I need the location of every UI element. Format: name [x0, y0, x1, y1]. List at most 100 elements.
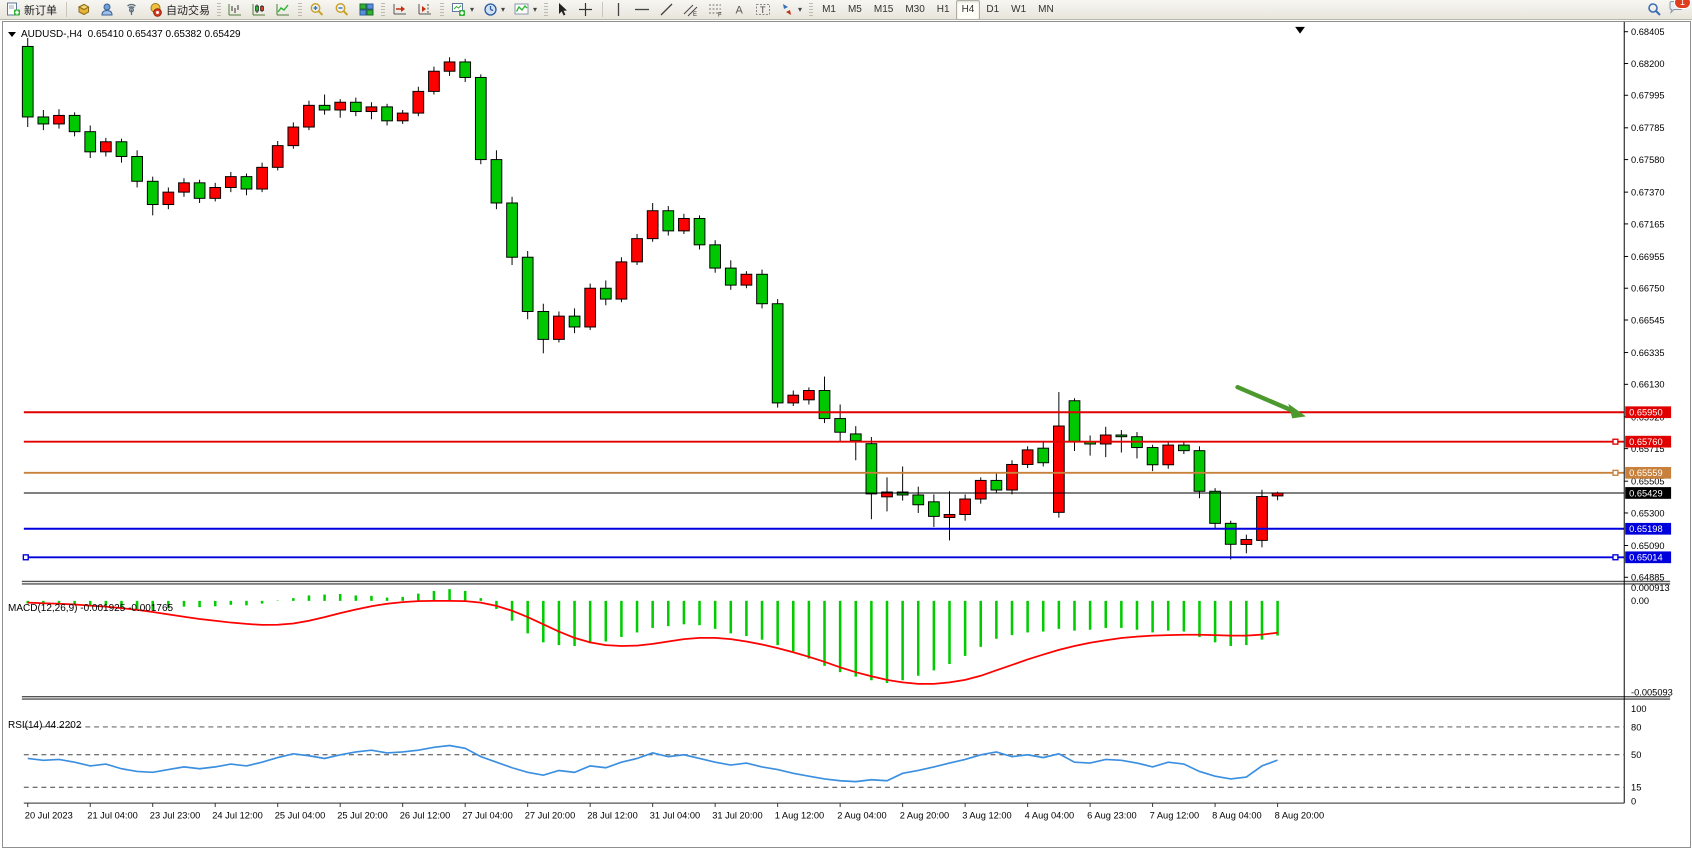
zoom-out-icon: [334, 2, 350, 18]
timeframe-group: M1M5M15M30H1H4D1W1MN: [816, 0, 1060, 20]
chart-shift-button[interactable]: [413, 0, 437, 20]
candle-body: [1069, 401, 1080, 442]
vertical-line-button[interactable]: [608, 0, 629, 20]
candle-body: [835, 419, 846, 433]
fibonacci-button[interactable]: F: [704, 0, 728, 20]
line-chart-icon: [276, 2, 291, 17]
candle-body: [1194, 451, 1205, 492]
trendline-icon: [659, 2, 674, 17]
candle-body: [319, 105, 330, 110]
line-handle[interactable]: [1613, 439, 1618, 444]
candle-body: [335, 102, 346, 110]
timeframe-button-M15[interactable]: M15: [868, 0, 899, 20]
channel-icon: E: [683, 2, 699, 17]
trendline-button[interactable]: [655, 0, 678, 20]
candle-body: [788, 395, 799, 403]
cursor-button[interactable]: [551, 0, 573, 20]
candle-body: [475, 77, 486, 159]
candlestick-chart-button[interactable]: [248, 0, 271, 20]
candle-body: [100, 142, 111, 152]
notification-badge: 1: [1674, 0, 1691, 9]
macd-indicator-title: MACD(12,26,9) -0.001925 -0.001765: [8, 603, 173, 614]
candle-body: [257, 167, 268, 189]
candle-body: [663, 211, 674, 231]
channel-button[interactable]: E: [679, 0, 703, 20]
zoom-out-button[interactable]: [330, 0, 354, 20]
auto-scroll-button[interactable]: [388, 0, 412, 20]
candle-body: [116, 142, 127, 157]
chart-title-text: AUDUSD-,H4 0.65410 0.65437 0.65382 0.654…: [21, 29, 241, 40]
candle-body: [850, 434, 861, 441]
candle-body: [210, 187, 221, 198]
new-chart-button[interactable]: ▾: [447, 0, 478, 20]
chart-title-row: AUDUSD-,H4 0.65410 0.65437 0.65382 0.654…: [8, 29, 241, 40]
profiles-button[interactable]: ▾: [479, 0, 509, 20]
tile-windows-button[interactable]: [355, 0, 378, 20]
candle-body: [163, 192, 174, 204]
indicators-icon: [514, 2, 530, 17]
candle-body: [897, 492, 908, 495]
timeframe-button-H4[interactable]: H4: [956, 0, 981, 20]
candle-body: [944, 515, 955, 518]
timeframe-button-MN[interactable]: MN: [1032, 0, 1060, 20]
new-order-button[interactable]: 新订单: [2, 0, 61, 20]
crosshair-button[interactable]: [574, 0, 597, 20]
chart-canvas: 0.684050.682000.679950.677850.675800.673…: [0, 20, 1692, 849]
radar-button[interactable]: [120, 0, 143, 20]
label-button[interactable]: T: [751, 0, 775, 20]
timeframe-button-M30[interactable]: M30: [899, 0, 930, 20]
candle-body: [350, 102, 361, 111]
time-axis-area[interactable]: [24, 804, 1624, 827]
line-handle[interactable]: [1613, 470, 1618, 475]
candle-body: [975, 480, 986, 499]
drawn-arrow-head[interactable]: [1288, 404, 1306, 419]
candle-body: [679, 218, 690, 230]
candle-body: [538, 311, 549, 339]
blue-avatar-button[interactable]: [96, 0, 119, 20]
bar-chart-button[interactable]: [224, 0, 247, 20]
horizontal-line-button[interactable]: [630, 0, 654, 20]
timeframe-button-M5[interactable]: M5: [842, 0, 868, 20]
arrows-button[interactable]: ▾: [776, 0, 806, 20]
search-icon[interactable]: [1647, 2, 1662, 17]
notification-button[interactable]: 1: [1668, 0, 1684, 20]
horizontal-line-icon: [634, 2, 650, 17]
candle-body: [382, 107, 393, 121]
text-button[interactable]: A: [729, 0, 750, 20]
candle-body: [241, 177, 252, 189]
new-order-label: 新订单: [24, 2, 57, 18]
indicators-button[interactable]: ▾: [510, 0, 541, 20]
candle-body: [647, 211, 658, 239]
price-axis-area[interactable]: [1625, 21, 1671, 803]
candle-body: [632, 239, 643, 262]
auto-scroll-icon: [392, 2, 408, 17]
candle-body: [725, 268, 736, 285]
timeframe-button-D1[interactable]: D1: [980, 0, 1005, 20]
symbol-dropdown-icon[interactable]: [8, 32, 16, 37]
candle-body: [147, 181, 158, 204]
timeframe-button-H1[interactable]: H1: [931, 0, 956, 20]
svg-text:A: A: [736, 5, 744, 17]
fibonacci-icon: F: [708, 2, 724, 17]
candle-body: [819, 391, 830, 419]
candle-body: [710, 245, 721, 268]
text-icon: A: [733, 2, 746, 17]
chart-shift-marker[interactable]: [1295, 27, 1305, 34]
line-handle[interactable]: [1613, 555, 1618, 560]
candle-body: [366, 107, 377, 112]
timeframe-button-M1[interactable]: M1: [816, 0, 842, 20]
timeframe-button-W1[interactable]: W1: [1005, 0, 1032, 20]
line-handle[interactable]: [23, 555, 28, 560]
zoom-in-button[interactable]: [305, 0, 329, 20]
autotrading-button[interactable]: 自动交易: [144, 0, 214, 20]
candle-body: [132, 156, 143, 181]
autotrading-label: 自动交易: [166, 2, 210, 18]
gold-cube-button[interactable]: [72, 0, 95, 20]
candle-body: [413, 91, 424, 113]
candle-body: [225, 177, 236, 188]
candle-body: [616, 262, 627, 299]
bar-chart-icon: [228, 2, 243, 17]
candle-body: [929, 502, 940, 517]
line-chart-button[interactable]: [272, 0, 295, 20]
drawn-arrow[interactable]: [1238, 387, 1293, 410]
